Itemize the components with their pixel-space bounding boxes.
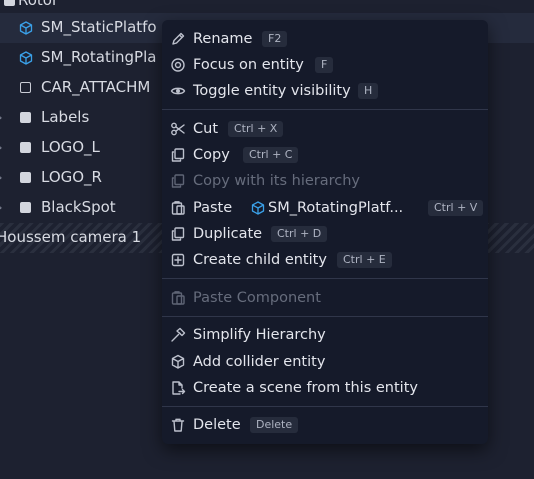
- chevron-right-icon[interactable]: ›: [0, 111, 8, 125]
- menu-item-copy-hierarchy: Copy with its hierarchy: [162, 168, 488, 194]
- menu-item-label: Focus on entity: [193, 57, 304, 73]
- menu-item-create-child[interactable]: Create child entity Ctrl + E: [162, 247, 488, 273]
- menu-item-label: Duplicate: [193, 226, 263, 242]
- tree-item-label: Labels: [41, 108, 90, 126]
- shortcut-badge: H: [358, 83, 379, 99]
- target-icon: [171, 58, 185, 72]
- menu-item-paste[interactable]: Paste SM_RotatingPlatf... Ctrl + V: [162, 195, 488, 221]
- tree-item-label: Houssem camera 1: [0, 228, 142, 246]
- eye-icon: [170, 87, 186, 95]
- shortcut-badge: Ctrl + V: [428, 200, 484, 216]
- menu-item-cut[interactable]: Cut Ctrl + X: [162, 116, 488, 142]
- shortcut-badge: Ctrl + C: [243, 147, 299, 163]
- menu-item-add-collider[interactable]: Add collider entity: [162, 349, 488, 375]
- menu-separator: [162, 278, 488, 279]
- cube-icon: [19, 51, 33, 65]
- scissors-icon: [171, 122, 185, 136]
- menu-item-label: Delete: [193, 417, 241, 433]
- shortcut-badge: F2: [262, 31, 288, 47]
- shortcut-badge: Ctrl + E: [337, 252, 392, 268]
- menu-separator: [162, 406, 488, 407]
- box-icon: [171, 354, 185, 369]
- tree-item-label: CAR_ATTACHM: [41, 78, 151, 96]
- chevron-right-icon[interactable]: ›: [0, 171, 8, 185]
- menu-separator: [162, 109, 488, 110]
- menu-item-label: Cut: [193, 121, 218, 137]
- trash-icon: [171, 418, 185, 432]
- entity-outline-square-icon: [20, 82, 31, 93]
- pencil-icon: [172, 32, 185, 45]
- tree-item-label: LOGO_R: [41, 168, 102, 186]
- menu-item-label: Paste Component: [193, 290, 321, 306]
- tree-item-label: SM_RotatingPla: [41, 48, 157, 66]
- clipboard-icon: [171, 201, 185, 215]
- copy-icon: [171, 148, 185, 162]
- tree-item-label: BlackSpot: [41, 198, 116, 216]
- menu-item-rename[interactable]: Rename F2: [162, 26, 488, 52]
- menu-separator: [162, 316, 488, 317]
- entity-square-icon: [20, 112, 31, 123]
- shortcut-badge: F: [315, 57, 334, 73]
- shortcut-badge: Ctrl + X: [228, 121, 284, 137]
- entity-square-icon: [20, 202, 31, 213]
- menu-item-duplicate[interactable]: Duplicate Ctrl + D: [162, 221, 488, 247]
- file-export-icon: [172, 381, 186, 395]
- entity-context-menu: Rename F2 Focus on entity F Toggle entit…: [162, 20, 488, 444]
- tree-item-label: SM_StaticPlatfo: [41, 18, 157, 36]
- menu-item-paste-component: Paste Component: [162, 285, 488, 311]
- menu-item-label: Copy with its hierarchy: [193, 173, 361, 189]
- menu-item-label: Simplify Hierarchy: [193, 327, 326, 343]
- tree-item-label: LOGO_L: [41, 138, 100, 156]
- menu-item-label: Copy: [193, 147, 230, 163]
- menu-item-copy[interactable]: Copy Ctrl + C: [162, 142, 488, 168]
- menu-item-label: Create child entity: [193, 252, 327, 268]
- shortcut-badge: Ctrl + D: [271, 226, 328, 242]
- menu-item-focus[interactable]: Focus on entity F: [162, 52, 488, 78]
- menu-item-simplify-hierarchy[interactable]: Simplify Hierarchy: [162, 322, 488, 348]
- chevron-right-icon[interactable]: ›: [0, 201, 8, 215]
- cube-icon: [251, 201, 265, 215]
- entity-square-icon: [20, 142, 31, 153]
- menu-item-label: Toggle entity visibility: [193, 83, 351, 99]
- entity-square-icon: [20, 172, 31, 183]
- entity-square-icon: [4, 0, 15, 6]
- chevron-right-icon[interactable]: ›: [0, 141, 8, 155]
- paste-entity-name: SM_RotatingPlatf...: [268, 200, 404, 216]
- menu-item-label: Add collider entity: [193, 354, 326, 370]
- tree-item-label: Rotor: [18, 0, 59, 9]
- duplicate-icon: [171, 227, 185, 241]
- menu-item-toggle-visibility[interactable]: Toggle entity visibility H: [162, 78, 488, 104]
- menu-item-label: Create a scene from this entity: [193, 380, 418, 396]
- hammer-icon: [171, 327, 186, 342]
- plus-square-icon: [171, 253, 185, 267]
- menu-item-label: Rename: [193, 31, 253, 47]
- menu-item-create-scene[interactable]: Create a scene from this entity: [162, 375, 488, 401]
- menu-item-label: Paste: [193, 200, 233, 216]
- cube-icon: [19, 21, 33, 35]
- shortcut-badge: Delete: [250, 417, 299, 433]
- copy-icon: [171, 174, 185, 188]
- menu-item-delete[interactable]: Delete Delete: [162, 412, 488, 438]
- clipboard-icon: [171, 291, 185, 305]
